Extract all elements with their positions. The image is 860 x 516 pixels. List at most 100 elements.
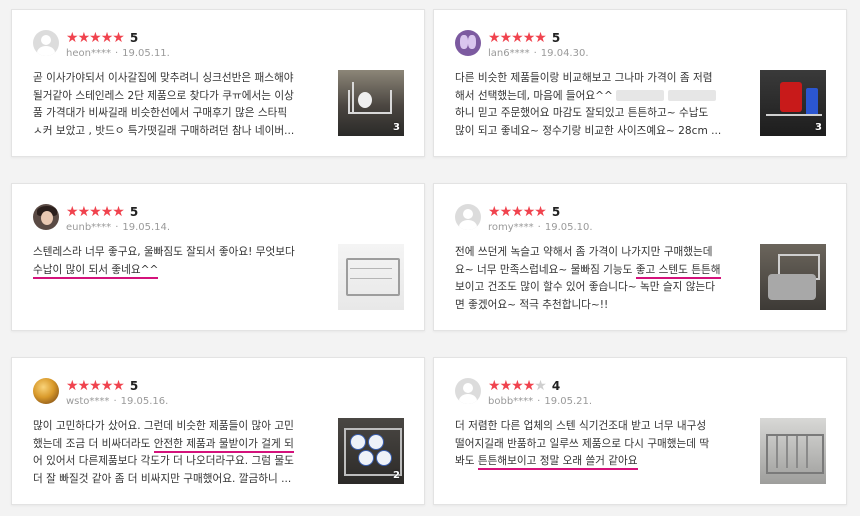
review-line: 했는데 조금 더 비싸더라도 안전한 제품과 물받이가 걸게 되	[33, 436, 323, 454]
star-icon: ★	[511, 30, 524, 46]
star-icon: ★	[66, 30, 79, 46]
girl-avatar-icon	[33, 204, 59, 230]
review-line: 전에 쓰던게 녹슬고 약해서 좀 가격이 나가지만 구매했는데	[455, 246, 713, 258]
highlighted-text: 안전한 제품과 물받이가 걸게 되	[153, 437, 294, 453]
review-date: 19.05.16.	[120, 396, 169, 407]
review-line: 다른 비슷한 제품들이랑 비교해보고 그나마 가격이 좀 저렴	[455, 72, 713, 84]
reviewer-id: lan6****	[488, 48, 530, 59]
star-rating: ★ ★ ★ ★ ★ 5	[488, 205, 560, 219]
reviewer-id: heon****	[66, 48, 111, 59]
review-date: 19.05.21.	[544, 396, 593, 407]
star-rating: ★ ★ ★ ★ ★ 5	[66, 205, 138, 219]
photo-count: 2	[393, 470, 400, 481]
separator-dot: ·	[537, 396, 541, 407]
review-text[interactable]: 전에 쓰던게 녹슬고 약해서 좀 가격이 나가지만 구매했는데 요~ 너무 만족…	[455, 244, 745, 314]
rating-score: 5	[551, 31, 561, 45]
star-icon: ★	[488, 204, 501, 220]
review-line: 더 잘 빠질것 같아 좀 더 비싸지만 구매했어요. 깔금하니 ...	[33, 472, 292, 485]
review-card[interactable]: ★ ★ ★ ★ ★ 5 heon**** · 19.05.11. 곧 이사가야되서 이사갈집…	[11, 9, 425, 157]
default-avatar-icon	[33, 30, 59, 56]
star-icon: ★	[77, 204, 91, 220]
star-icon: ★	[488, 378, 501, 394]
highlighted-text: 튼튼해보이고 정말 오래 쓸거 같아요	[477, 455, 638, 470]
review-line: 스텐레스라 너무 좋구요, 울빠짐도 잘되서 좋아요! 무엇보다	[33, 246, 295, 258]
star-icon: ★	[534, 204, 547, 220]
star-rating: ★ ★ ★ ★ ★ 5	[66, 379, 138, 393]
star-icon: ★	[66, 378, 79, 394]
reviewer-id: eunb****	[66, 222, 112, 233]
star-icon: ★	[66, 204, 79, 220]
review-card[interactable]: ★ ★ ★ ★ ★ 4 bobb**** · 19.05.21. 더 저렴한 다른 업체의 …	[433, 357, 847, 505]
review-photo-thumbnail[interactable]	[338, 244, 404, 310]
review-date: 19.05.14.	[122, 222, 171, 233]
star-rating: ★ ★ ★ ★ ★ 5	[488, 31, 560, 45]
review-photo-thumbnail[interactable]	[760, 244, 826, 310]
review-photo-thumbnail[interactable]	[760, 418, 826, 484]
star-empty-icon: ★	[534, 378, 547, 394]
review-photo-thumbnail[interactable]: 3	[760, 70, 826, 136]
reviewer-id: romy****	[488, 222, 534, 233]
star-icon: ★	[499, 378, 513, 394]
photo-count: 3	[393, 122, 400, 133]
star-icon: ★	[112, 204, 125, 220]
review-line: 봐도 튼튼해보이고 정말 오래 쓸거 같아요	[455, 453, 745, 471]
review-meta: heon**** · 19.05.11.	[66, 48, 170, 59]
separator-dot: ·	[537, 222, 541, 233]
star-icon: ★	[522, 378, 536, 394]
reviewer-id: wsto****	[66, 396, 110, 407]
rating-score: 5	[129, 31, 139, 45]
star-icon: ★	[499, 204, 513, 220]
review-meta: bobb**** · 19.05.21.	[488, 396, 592, 407]
review-line: 떨어지길래 반품하고 일루쓰 제품으로 다시 구매했는데 딱	[455, 437, 710, 450]
purple-avatar-icon	[455, 30, 481, 56]
review-text[interactable]: 스텐레스라 너무 좋구요, 울빠짐도 잘되서 좋아요! 무엇보다 수납이 많이 …	[33, 244, 323, 279]
review-text[interactable]: 많이 고민하다가 샀어요. 그런데 비슷한 제품들이 많아 고민 했는데 조금 …	[33, 418, 323, 488]
star-icon: ★	[100, 30, 114, 46]
review-line: 요~ 너무 만족스럽네요~ 물빠짐 기능도 좋고 스텐도 튼튼해	[455, 262, 745, 280]
review-card[interactable]: ★ ★ ★ ★ ★ 5 romy**** · 19.05.10. 전에 쓰던게 녹슬고 약해…	[433, 183, 847, 331]
review-line: 곧 이사가야되서 이사갈집에 맞추려니 싱크선반은 패스해야	[33, 72, 294, 84]
separator-dot: ·	[114, 48, 119, 59]
review-meta: eunb**** · 19.05.14.	[66, 222, 170, 233]
gold-avatar-icon	[33, 378, 59, 404]
separator-dot: ·	[113, 396, 117, 407]
star-icon: ★	[77, 30, 91, 46]
star-icon: ★	[522, 30, 536, 46]
star-icon: ★	[534, 30, 547, 46]
highlighted-text: 수납이 많이 되서 좋네요^^	[33, 263, 159, 279]
review-line: 더 저렴한 다른 업체의 스텐 식기건조대 받고 너무 내구성	[455, 420, 707, 432]
review-meta: lan6**** · 19.04.30.	[488, 48, 589, 59]
reviewer-id: bobb****	[488, 396, 534, 407]
review-photo-thumbnail[interactable]: 3	[338, 70, 404, 136]
review-line: 품 가격대가 비싸길래 비슷한선에서 구매후기 많은 스타픽	[33, 107, 288, 119]
review-photo-thumbnail[interactable]: 2	[338, 418, 404, 484]
default-avatar-icon	[455, 378, 481, 404]
review-line: 보이고 건조도 많이 할수 있어 좋습니다~ 녹만 슬지 않는다	[455, 281, 715, 293]
review-line: ㅅ커 보았고 , 밧드ㅇ 특가떳길래 구매하려던 참나 네이버...	[33, 124, 295, 137]
star-icon: ★	[511, 204, 524, 220]
rating-score: 5	[129, 205, 139, 219]
separator-dot: ·	[115, 222, 119, 233]
star-icon: ★	[100, 204, 114, 220]
blurred-text	[616, 90, 665, 101]
review-line: 될거같아 스테인레스 2단 제품으로 찾다가 쿠ㅠ에서는 이상	[33, 89, 294, 102]
review-text[interactable]: 다른 비슷한 제품들이랑 비교해보고 그나마 가격이 좀 저렴 해서 선택했는데…	[455, 70, 745, 140]
review-card[interactable]: ★ ★ ★ ★ ★ 5 wsto**** · 19.05.16. 많이 고민하다가 샀어요.…	[11, 357, 425, 505]
review-card[interactable]: ★ ★ ★ ★ ★ 5 eunb**** · 19.05.14. 스텐레스라 너무 좋구요,…	[11, 183, 425, 331]
star-icon: ★	[511, 378, 524, 394]
review-line: 면 좋겠어요~ 적극 추천합니다~!!	[455, 298, 609, 311]
star-icon: ★	[100, 378, 114, 394]
review-meta: wsto**** · 19.05.16.	[66, 396, 168, 407]
review-line: 해서 선택했는데, 마음에 들어요^^	[455, 88, 745, 106]
star-icon: ★	[488, 30, 501, 46]
review-text[interactable]: 곧 이사가야되서 이사갈집에 맞추려니 싱크선반은 패스해야 될거같아 스테인레…	[33, 70, 323, 140]
star-icon: ★	[522, 204, 536, 220]
review-line: 많이 고민하다가 샀어요. 그런데 비슷한 제품들이 많아 고민	[33, 420, 294, 432]
review-text[interactable]: 더 저렴한 다른 업체의 스텐 식기건조대 받고 너무 내구성 떨어지길래 반품…	[455, 418, 745, 471]
review-date: 19.05.11.	[122, 48, 170, 59]
rating-score: 5	[129, 379, 139, 393]
review-date: 19.05.10.	[544, 222, 593, 233]
review-line: 수납이 많이 되서 좋네요^^	[33, 262, 323, 280]
review-card[interactable]: ★ ★ ★ ★ ★ 5 lan6**** · 19.04.30. 다른 비슷한 제품들이랑 …	[433, 9, 847, 157]
separator-dot: ·	[533, 48, 537, 59]
